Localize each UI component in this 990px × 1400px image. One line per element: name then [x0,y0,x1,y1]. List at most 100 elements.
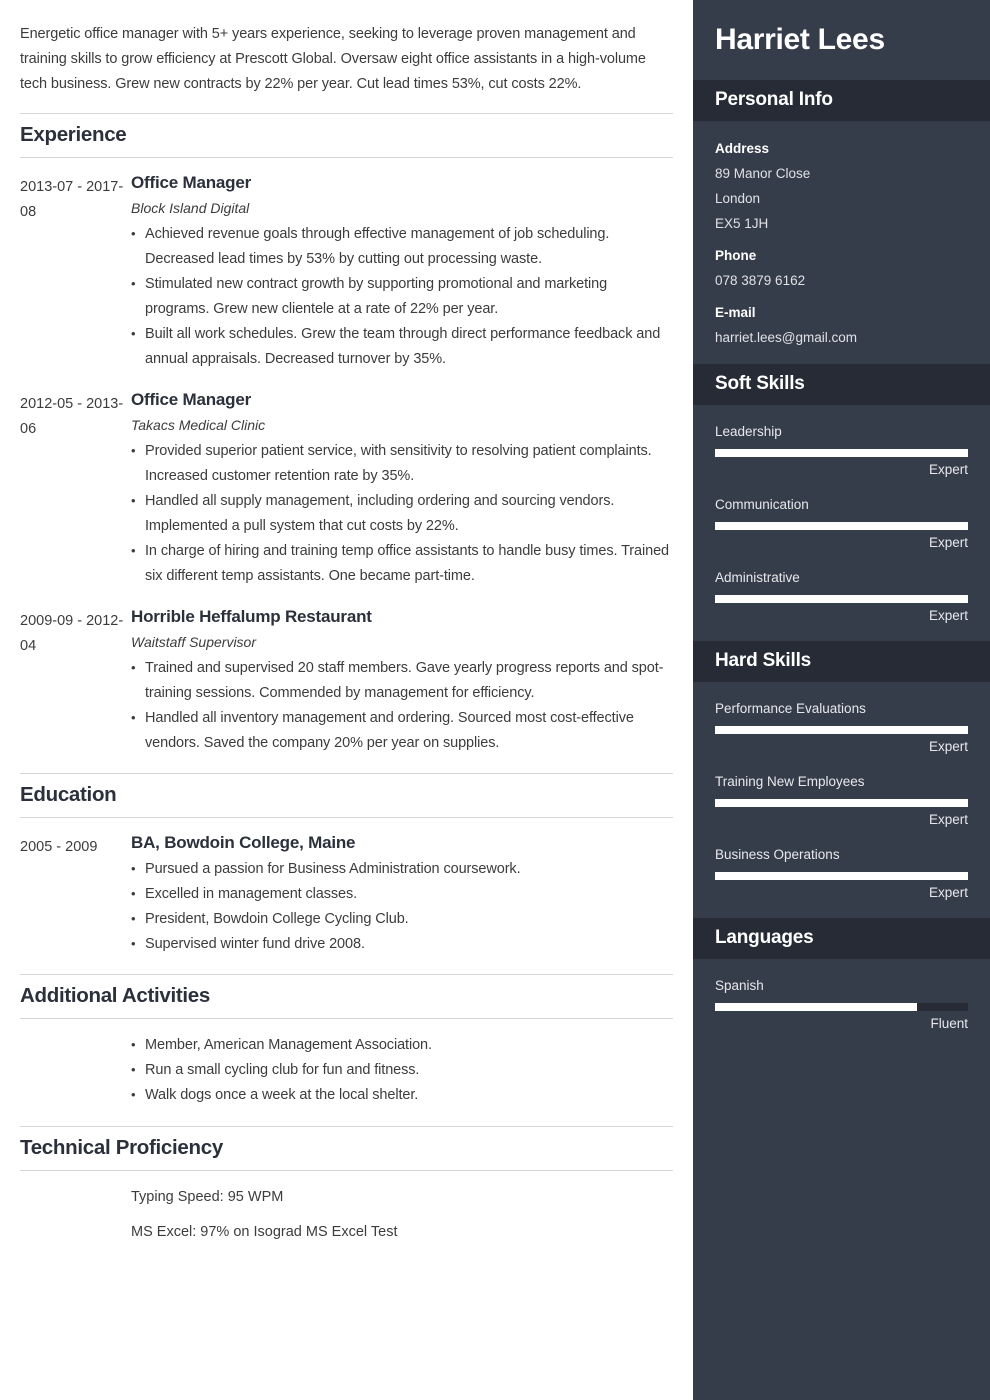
section-education: Education 2005 - 2009 BA, Bowdoin Colleg… [20,773,673,957]
sidebar-header-personal-info: Personal Info [693,80,990,121]
skill-name: Business Operations [715,847,840,862]
entry-subtitle: Block Island Digital [131,200,250,216]
bullet-item: Supervised winter fund drive 2008. [131,931,673,957]
skill-name: Leadership [715,424,782,439]
skill-level: Expert [928,885,968,900]
activities-block: Member, American Management Association.… [20,1032,673,1108]
skill-bar-track [715,595,968,603]
language-level: Fluent [930,1016,968,1031]
bullet-item: Handled all inventory management and ord… [131,705,673,756]
entry-bullets: Provided superior patient service, with … [131,438,673,589]
personal-info-label: Address [715,141,770,156]
skill-bar-fill [715,595,968,603]
section-technical-proficiency: Technical Proficiency Typing Speed: 95 W… [20,1126,673,1245]
bullet-item: Handled all supply management, including… [131,488,673,539]
entry-subtitle: Waitstaff Supervisor [131,634,257,650]
candidate-name: Harriet Lees [715,23,885,56]
personal-info-value: EX5 1JH [715,216,769,231]
education-entry: 2005 - 2009 BA, Bowdoin College, Maine P… [20,832,673,957]
skill-level: Expert [928,812,968,827]
section-title-technical-proficiency: Technical Proficiency [20,1126,673,1171]
entry-body: Horrible Heffalump Restaurant Waitstaff … [131,606,673,756]
language-bar-track [715,1003,968,1011]
main-column: Energetic office manager with 5+ years e… [0,0,693,1400]
sidebar-header-languages: Languages [693,918,990,959]
technical-block: Typing Speed: 95 WPM MS Excel: 97% on Is… [20,1185,673,1245]
bullet-item: Run a small cycling club for fun and fit… [131,1057,673,1083]
personal-info-label: Phone [715,248,757,263]
activities-bullets: Member, American Management Association.… [131,1032,673,1108]
skill-bar-fill [715,726,968,734]
entry-dates: 2005 - 2009 [20,839,98,855]
personal-info-group-address: Address 89 Manor Close London EX5 1JH [715,137,968,236]
entry-subtitle: Takacs Medical Clinic [131,417,266,433]
skill-bar-track [715,799,968,807]
entry-bullets: Achieved revenue goals through effective… [131,221,673,372]
entry-body: Office Manager Takacs Medical Clinic Pro… [131,389,673,589]
soft-skills-body: Leadership Expert Communication Expert A… [693,405,990,641]
skill-name: Administrative [715,570,800,585]
skill-name: Communication [715,497,809,512]
personal-info-label: E-mail [715,305,756,320]
experience-entry: 2009-09 - 2012-04 Horrible Heffalump Res… [20,606,673,756]
entry-bullets: Pursued a passion for Business Administr… [131,856,673,957]
language-name: Spanish [715,978,764,993]
skill-item: Administrative Expert [715,567,968,627]
technical-line: MS Excel: 97% on Isograd MS Excel Test [131,1224,398,1240]
personal-info-value: London [715,191,761,206]
bullet-item: Walk dogs once a week at the local shelt… [131,1082,673,1108]
entry-body: Office Manager Block Island Digital Achi… [131,172,673,372]
language-item: Spanish Fluent [715,975,968,1035]
skill-level: Expert [928,739,968,754]
bullet-item: Trained and supervised 20 staff members.… [131,655,673,706]
skill-item: Training New Employees Expert [715,771,968,831]
entry-title: Horrible Heffalump Restaurant [131,607,372,626]
bullet-item: Stimulated new contract growth by suppor… [131,271,673,322]
languages-body: Spanish Fluent [693,959,990,1049]
hard-skills-body: Performance Evaluations Expert Training … [693,682,990,918]
section-title-education: Education [20,773,673,818]
skill-bar-fill [715,872,968,880]
entry-dates: 2012-05 - 2013-06 [20,396,124,437]
name-block: Harriet Lees [693,0,990,80]
bullet-item: In charge of hiring and training temp of… [131,538,673,589]
language-bar-fill [715,1003,918,1011]
bullet-item: Pursued a passion for Business Administr… [131,856,673,882]
bullet-item: President, Bowdoin College Cycling Club. [131,906,673,932]
skill-level: Expert [928,462,968,477]
skill-bar-track [715,522,968,530]
skill-bar-fill [715,799,968,807]
skill-item: Business Operations Expert [715,844,968,904]
section-title-additional-activities: Additional Activities [20,974,673,1019]
entry-title: Office Manager [131,390,252,409]
personal-info-group-phone: Phone 078 3879 6162 [715,244,968,293]
personal-info-group-email: E-mail harriet.lees@gmail.com [715,301,968,350]
sidebar: Harriet Lees Personal Info Address 89 Ma… [693,0,990,1400]
skill-item: Leadership Expert [715,421,968,481]
entry-bullets: Trained and supervised 20 staff members.… [131,655,673,756]
entry-title: BA, Bowdoin College, Maine [131,833,356,852]
skill-bar-fill [715,449,968,457]
skill-level: Expert [928,535,968,550]
skill-name: Performance Evaluations [715,701,866,716]
skill-bar-track [715,726,968,734]
bullet-item: Member, American Management Association. [131,1032,673,1058]
bullet-item: Built all work schedules. Grew the team … [131,321,673,372]
personal-info-value: harriet.lees@gmail.com [715,330,858,345]
resume-page: Energetic office manager with 5+ years e… [0,0,990,1400]
summary-paragraph: Energetic office manager with 5+ years e… [20,26,646,92]
sidebar-header-hard-skills: Hard Skills [693,641,990,682]
section-additional-activities: Additional Activities Member, American M… [20,974,673,1108]
bullet-item: Provided superior patient service, with … [131,438,673,489]
skill-bar-track [715,449,968,457]
skill-bar-track [715,872,968,880]
sidebar-header-soft-skills: Soft Skills [693,364,990,405]
personal-info-body: Address 89 Manor Close London EX5 1JH Ph… [693,121,990,364]
experience-entry: 2013-07 - 2017-08 Office Manager Block I… [20,172,673,372]
entry-title: Office Manager [131,173,252,192]
section-title-experience: Experience [20,113,673,158]
bullet-item: Achieved revenue goals through effective… [131,221,673,272]
entry-dates: 2009-09 - 2012-04 [20,613,124,654]
technical-line: Typing Speed: 95 WPM [131,1189,284,1205]
skill-level: Expert [928,608,968,623]
